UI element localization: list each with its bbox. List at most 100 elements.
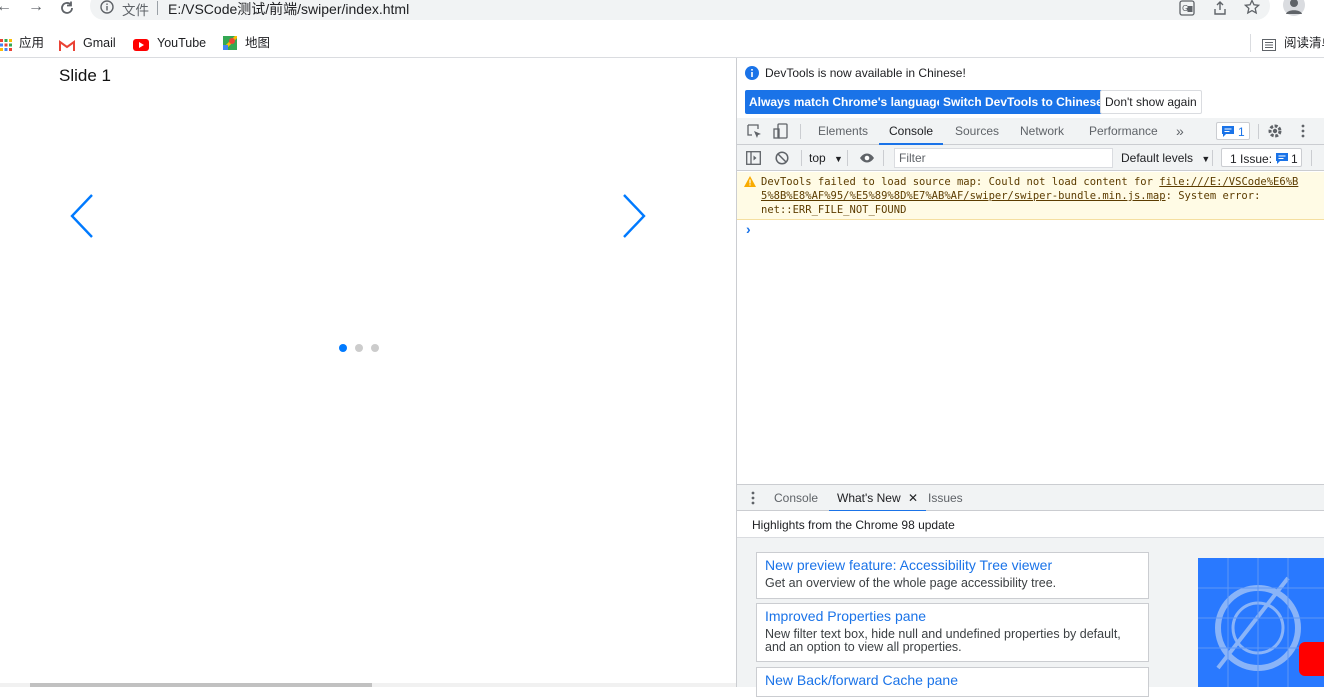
feature-card-title[interactable]: Improved Properties pane <box>765 608 926 624</box>
forward-icon[interactable]: → <box>26 0 46 16</box>
dont-show-again-button[interactable]: Don't show again <box>1100 90 1202 114</box>
youtube-play-icon[interactable] <box>1299 642 1324 676</box>
message-icon <box>1276 153 1288 164</box>
live-expression-eye-icon[interactable] <box>859 152 875 167</box>
browser-toolbar: ← → 文件 E:/VSCode测试/前端/swiper/index.html … <box>0 0 1324 28</box>
address-bar[interactable]: 文件 E:/VSCode测试/前端/swiper/index.html G <box>90 0 1270 20</box>
youtube-icon <box>133 37 149 57</box>
whats-new-content: New preview feature: Accessibility Tree … <box>737 538 1324 697</box>
tab-network[interactable]: Network <box>1020 118 1064 145</box>
video-thumbnail[interactable] <box>1198 558 1324 687</box>
tab-console[interactable]: Console <box>879 118 944 145</box>
slide-title: Slide 1 <box>59 66 111 85</box>
reading-list-label: 阅读清单 <box>1284 36 1324 50</box>
console-filter-input[interactable]: Filter <box>894 148 1113 168</box>
feature-card-desc: New filter text box, hide null and undef… <box>765 627 1121 654</box>
share-icon[interactable] <box>1212 0 1228 21</box>
maps-icon <box>221 34 239 56</box>
drawer-tab-console[interactable]: Console <box>774 485 818 512</box>
address-divider <box>157 1 158 15</box>
bookmark-star-icon[interactable] <box>1243 0 1261 20</box>
apps-grid-icon <box>0 37 12 57</box>
bookmark-label: Gmail <box>83 36 116 50</box>
message-icon <box>1222 126 1234 137</box>
log-levels-value: Default levels <box>1121 151 1194 165</box>
messages-count: 1 <box>1238 125 1245 139</box>
source-map-link[interactable]: 5%8B%E8%AF%95/%E5%89%8D%E7%AB%AF/swiper/… <box>761 190 1166 202</box>
clear-console-icon[interactable] <box>775 151 789 168</box>
warning-text: DevTools failed to load source map: Coul… <box>761 176 1160 188</box>
url-text[interactable]: E:/VSCode测试/前端/swiper/index.html <box>168 0 409 19</box>
back-icon[interactable]: ← <box>0 0 14 16</box>
issues-label: 1 Issue: <box>1230 152 1273 166</box>
swiper-next-button[interactable] <box>620 193 648 244</box>
tab-performance[interactable]: Performance <box>1089 118 1158 145</box>
drawer-tab-label: What's New <box>837 491 901 505</box>
context-select[interactable]: top ▼ <box>809 151 843 165</box>
drawer-tabbar: Console What's New ✕ Issues <box>737 484 1324 512</box>
drawer-tab-issues[interactable]: Issues <box>928 485 963 512</box>
warning-icon <box>744 176 756 190</box>
feature-card-title[interactable]: New preview feature: Accessibility Tree … <box>765 557 1052 573</box>
devtools-panel: DevTools is now available in Chinese! Al… <box>736 58 1324 697</box>
toolbar-divider <box>847 150 848 166</box>
device-toolbar-icon[interactable] <box>773 123 789 142</box>
switch-to-chinese-button[interactable]: Switch DevTools to Chinese <box>939 90 1107 114</box>
bookmark-label: YouTube <box>157 36 207 50</box>
bookmark-label: 地图 <box>245 36 271 50</box>
tab-sources[interactable]: Sources <box>955 118 999 145</box>
highlights-title: Highlights from the Chrome 98 update <box>752 518 955 532</box>
bookmarks-bar: 应用 Gmail YouTube 地图 阅读清单 <box>0 28 1324 58</box>
pagination-bullet[interactable] <box>355 344 363 352</box>
more-tabs-icon[interactable]: » <box>1176 118 1184 145</box>
translate-icon[interactable]: G <box>1179 0 1195 21</box>
svg-text:G: G <box>1182 4 1188 13</box>
drawer-tab-whats-new[interactable]: What's New ✕ <box>829 485 927 512</box>
language-banner-message: DevTools is now available in Chinese! <box>765 66 966 80</box>
issues-count: 1 <box>1291 152 1298 166</box>
source-map-link[interactable]: file:///E:/VSCode%E6%B <box>1159 176 1298 188</box>
pagination-bullet[interactable] <box>371 344 379 352</box>
log-levels-select[interactable]: Default levels ▼ <box>1121 151 1210 165</box>
scrollbar-thumb[interactable] <box>30 683 372 687</box>
warning-text: : System error: <box>1165 190 1261 202</box>
warning-line-1: DevTools failed to load source map: Coul… <box>761 176 1298 188</box>
web-page: Slide 1 <box>0 58 736 687</box>
devtools-tabbar: Elements Console Sources Network Perform… <box>737 118 1324 145</box>
toolbar-divider <box>1311 150 1312 166</box>
bookmarks-divider <box>1250 34 1251 52</box>
issues-counter-button[interactable]: 1 Issue: 1 <box>1221 148 1302 167</box>
address-prefix: 文件 <box>122 3 149 18</box>
inspect-element-icon[interactable] <box>747 124 762 142</box>
reading-list-icon <box>1262 37 1276 57</box>
horizontal-scrollbar[interactable] <box>0 683 736 687</box>
feature-card-title[interactable]: New Back/forward Cache pane <box>765 672 958 688</box>
console-prompt[interactable]: › <box>746 221 751 237</box>
info-icon[interactable] <box>100 0 114 19</box>
warning-line-2: 5%8B%E8%AF%95/%E5%89%8D%E7%AB%AF/swiper/… <box>761 190 1260 202</box>
console-warning-message: DevTools failed to load source map: Coul… <box>737 172 1324 220</box>
drawer-menu-icon[interactable] <box>750 491 756 508</box>
messages-badge[interactable]: 1 <box>1216 122 1250 140</box>
bookmark-label: 应用 <box>19 36 45 50</box>
always-match-language-button[interactable]: Always match Chrome's language <box>745 90 948 114</box>
swiper-prev-button[interactable] <box>68 193 96 244</box>
info-icon <box>745 66 759 83</box>
profile-avatar[interactable] <box>1283 0 1305 16</box>
feature-card[interactable]: Improved Properties pane New filter text… <box>756 603 1149 662</box>
dropdown-arrow-icon: ▼ <box>834 154 843 164</box>
more-options-icon[interactable] <box>1297 123 1309 142</box>
close-icon[interactable]: ✕ <box>908 491 918 505</box>
pagination-bullet-active[interactable] <box>339 344 347 352</box>
show-sidebar-icon[interactable] <box>746 151 761 168</box>
settings-gear-icon[interactable] <box>1267 123 1283 142</box>
context-value: top <box>809 151 826 165</box>
dropdown-arrow-icon: ▼ <box>1201 154 1211 164</box>
toolbar-divider <box>1258 124 1259 139</box>
feature-card[interactable]: New preview feature: Accessibility Tree … <box>756 552 1149 599</box>
toolbar-divider <box>800 124 801 139</box>
feature-card[interactable]: New Back/forward Cache pane <box>756 667 1149 697</box>
tab-elements[interactable]: Elements <box>818 118 868 145</box>
toolbar-divider <box>1212 150 1213 166</box>
reload-icon[interactable] <box>57 0 77 16</box>
